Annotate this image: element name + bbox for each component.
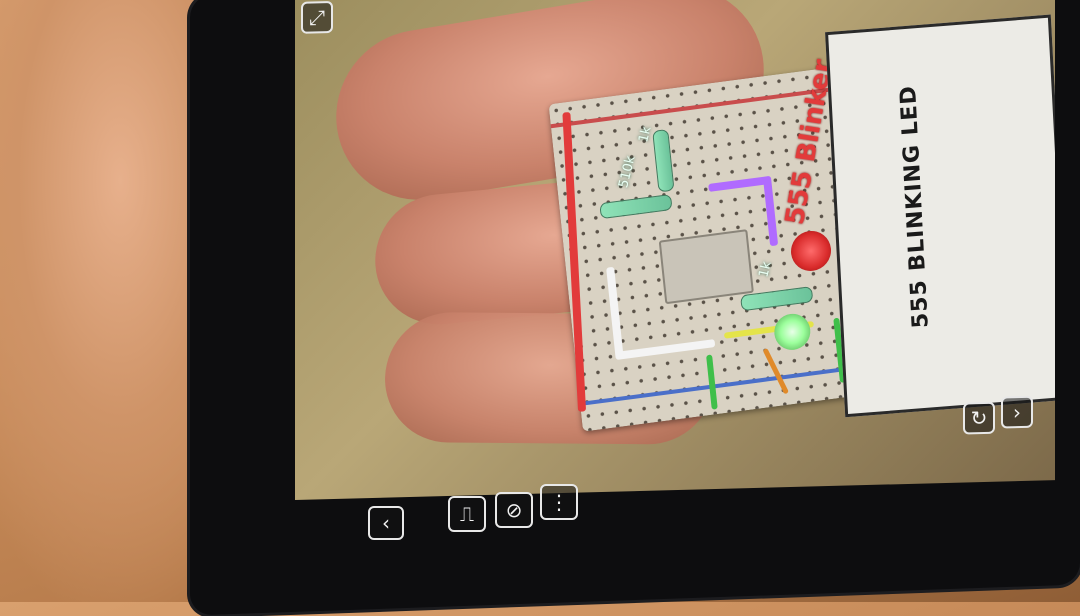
waveform-icon: ⎍ xyxy=(460,502,474,526)
resistor-510k[interactable] xyxy=(599,193,673,220)
wire-white[interactable] xyxy=(606,266,624,358)
card-title: 555 BLINKING LED xyxy=(896,84,934,330)
led-red[interactable] xyxy=(789,228,834,274)
next-button[interactable]: › xyxy=(1001,395,1033,429)
wire-orange[interactable] xyxy=(762,347,790,395)
resistor-1k[interactable] xyxy=(652,128,675,193)
expand-icon: ⤢ xyxy=(309,5,325,30)
chevron-left-icon: ‹ xyxy=(382,511,390,535)
waveform-button[interactable]: ⎍ xyxy=(448,496,486,532)
chevron-right-icon: › xyxy=(1013,399,1021,425)
resistor-label: 510k xyxy=(616,154,639,190)
ic-555-chip[interactable] xyxy=(658,229,754,305)
bottom-toolbar: ‹ ⎍ ⊘ ⋮ xyxy=(360,478,1060,540)
instruction-card: 555 BLINKING LED xyxy=(825,14,1055,418)
refresh-icon: ↻ xyxy=(970,405,988,431)
led-green[interactable] xyxy=(772,311,813,353)
info-list-button[interactable]: ⋮ xyxy=(540,484,578,520)
resistor-label: 1k xyxy=(636,125,655,144)
resistor-label: 1k xyxy=(756,260,775,279)
wire-green[interactable] xyxy=(706,354,718,410)
back-button[interactable]: ‹ xyxy=(368,506,404,540)
wire-white[interactable] xyxy=(614,339,716,361)
wire-purple[interactable] xyxy=(708,176,769,192)
wire-purple[interactable] xyxy=(762,175,779,247)
ar-viewport[interactable]: 510k 1k 1k 555 Blinker 555 BLINKING LED … xyxy=(295,0,1055,501)
ground-rail xyxy=(579,364,869,406)
component-button[interactable]: ⊘ xyxy=(495,492,533,528)
info-list-icon: ⋮ xyxy=(549,490,569,514)
refresh-button[interactable]: ↻ xyxy=(963,401,995,435)
expand-button[interactable]: ⤢ xyxy=(301,1,333,34)
component-icon: ⊘ xyxy=(505,498,523,522)
